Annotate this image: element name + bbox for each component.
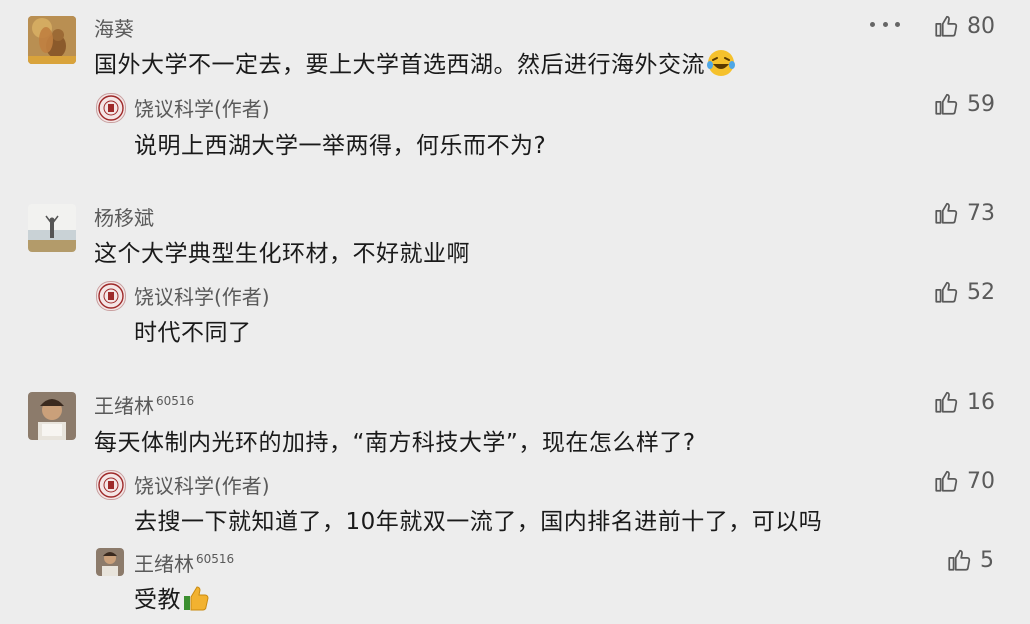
thumbs-up-icon — [948, 549, 971, 571]
laughing-tears-emoji — [705, 48, 737, 84]
user-badge: 60516 — [156, 394, 195, 409]
like-count: 80 — [967, 13, 995, 39]
person-avatar-image — [96, 548, 124, 576]
thumbs-up-icon — [935, 93, 958, 115]
commenter-name[interactable]: 王绪林 60516 — [94, 390, 194, 419]
seal-icon — [98, 472, 124, 498]
reply-author-name[interactable]: 饶议科学(作者) — [134, 93, 270, 122]
reply-author-name[interactable]: 饶议科学(作者) — [134, 470, 270, 499]
commenter-name[interactable]: 杨移斌 — [94, 202, 154, 231]
comment-text: 每天体制内光环的加持，“南方科技大学”，现在怎么样了? — [94, 430, 696, 456]
squirrel-avatar-image — [28, 16, 76, 64]
like-count: 59 — [967, 91, 995, 117]
avatar[interactable] — [96, 548, 124, 576]
like-count: 73 — [967, 200, 995, 226]
thumbs-up-icon — [935, 281, 958, 303]
reply-author-name[interactable]: 饶议科学(作者) — [134, 281, 270, 310]
reply-text: 说明上西湖大学一举两得，何乐而不为? — [134, 133, 547, 159]
like-button[interactable]: 80 — [933, 10, 995, 42]
avatar[interactable] — [28, 204, 76, 252]
thumbs-up-icon — [935, 15, 958, 37]
reply-text: 受教 — [134, 580, 211, 619]
thumbs-up-icon — [935, 391, 958, 413]
like-button[interactable]: 59 — [933, 88, 995, 120]
user-badge: 60516 — [196, 552, 235, 567]
comment-text: 国外大学不一定去，要上大学首选西湖。然后进行海外交流 — [94, 45, 737, 84]
like-button[interactable]: 16 — [933, 386, 995, 418]
comment-text: 这个大学典型生化环材，不好就业啊 — [94, 241, 470, 267]
avatar[interactable] — [28, 16, 76, 64]
avatar[interactable] — [28, 392, 76, 440]
like-count: 52 — [967, 279, 995, 305]
person-landscape-avatar-image — [28, 204, 76, 252]
seal-icon — [98, 283, 124, 309]
like-button[interactable]: 73 — [933, 197, 995, 229]
reply-text: 去搜一下就知道了，10年就双一流了，国内排名进前十了，可以吗 — [134, 509, 823, 535]
like-count: 70 — [967, 468, 995, 494]
thumbs-up-emoji — [181, 583, 211, 619]
commenter-name[interactable]: 海葵 — [94, 13, 134, 42]
like-button[interactable]: 70 — [933, 465, 995, 497]
author-avatar[interactable] — [96, 93, 126, 123]
reply-author-name[interactable]: 王绪林 60516 — [134, 548, 234, 577]
author-avatar[interactable] — [96, 470, 126, 500]
more-icon[interactable] — [870, 14, 900, 34]
thumbs-up-icon — [935, 202, 958, 224]
like-button[interactable]: 5 — [946, 544, 994, 576]
like-button[interactable]: 52 — [933, 276, 995, 308]
reply-text: 时代不同了 — [134, 320, 252, 346]
seal-icon — [98, 95, 124, 121]
person-avatar-image — [28, 392, 76, 440]
author-avatar[interactable] — [96, 281, 126, 311]
thumbs-up-icon — [935, 470, 958, 492]
like-count: 16 — [967, 389, 995, 415]
like-count: 5 — [980, 547, 994, 573]
